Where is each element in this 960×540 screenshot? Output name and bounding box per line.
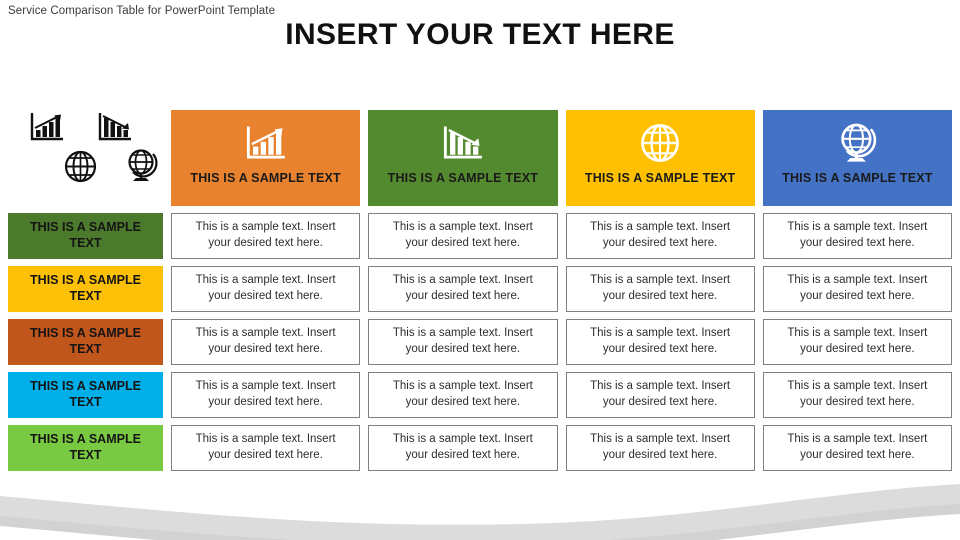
table-cell-r4-c1[interactable]: This is a sample text. Insert your desir… [171,372,361,418]
column-header-label: THIS IS A SAMPLE TEXT [584,171,736,185]
table-cell-r5-c2[interactable]: This is a sample text. Insert your desir… [368,425,558,471]
table-cell-r5-c3[interactable]: This is a sample text. Insert your desir… [565,425,755,471]
table-cell-r3-c4[interactable]: This is a sample text. Insert your desir… [762,319,952,365]
column-header-1[interactable]: THIS IS A SAMPLE TEXT [171,110,361,206]
row-gap [8,365,952,372]
column-gap [755,319,763,365]
table-cell-r2-c3[interactable]: This is a sample text. Insert your desir… [565,266,755,312]
column-gap [558,319,566,365]
column-header-label: THIS IS A SAMPLE TEXT [782,171,933,185]
bar-chart-down-icon [443,120,483,166]
column-gap [755,266,763,312]
column-header-label: THIS IS A SAMPLE TEXT [190,171,341,185]
table-cell-r4-c3[interactable]: This is a sample text. Insert your desir… [565,372,755,418]
table-cell-r1-c3[interactable]: This is a sample text. Insert your desir… [565,213,755,259]
decorative-wave [0,484,960,540]
table-cell-r1-c1[interactable]: This is a sample text. Insert your desir… [171,213,361,259]
table-cell-r3-c1[interactable]: This is a sample text. Insert your desir… [171,319,361,365]
table-cell-r3-c2[interactable]: This is a sample text. Insert your desir… [368,319,558,365]
row-gap [8,206,952,213]
table-row: THIS IS A SAMPLE TEXT This is a sample te… [8,319,952,365]
table-row: THIS IS A SAMPLE TEXT This is a sample te… [8,213,952,259]
row-gap [8,312,952,319]
column-header-label: THIS IS A SAMPLE TEXT [387,171,539,185]
column-gap [360,213,368,259]
column-gap [558,213,566,259]
row-gap [8,418,952,425]
column-gap [360,372,368,418]
table-cell-r3-c3[interactable]: This is a sample text. Insert your desir… [565,319,755,365]
column-gap [558,110,566,206]
column-gap [755,425,763,471]
table-row: THIS IS A SAMPLE TEXT This is a sample te… [8,372,952,418]
table-cell-r2-c1[interactable]: This is a sample text. Insert your desir… [171,266,361,312]
row-label-3[interactable]: THIS IS A SAMPLE TEXT [8,319,163,365]
column-gap [558,266,566,312]
row-label-1[interactable]: THIS IS A SAMPLE TEXT [8,213,163,259]
table-cell-r1-c4[interactable]: This is a sample text. Insert your desir… [762,213,952,259]
table-cell-r5-c1[interactable]: This is a sample text. Insert your desir… [171,425,361,471]
table-cell-r5-c4[interactable]: This is a sample text. Insert your desir… [762,425,952,471]
column-header-4[interactable]: THIS IS A SAMPLE TEXT [762,110,952,206]
column-gap [360,266,368,312]
column-gap [755,372,763,418]
column-gap [360,110,368,206]
slide-canvas: { "document": { "caption": "Service Comp… [0,0,960,540]
table-header-row: THIS IS A SAMPLE TEXT THIS IS A SAMPLE T… [8,110,952,206]
desk-globe-icon [836,120,878,166]
column-gap [360,425,368,471]
column-gap [755,213,763,259]
row-label-4[interactable]: THIS IS A SAMPLE TEXT [8,372,163,418]
table-cell-r1-c2[interactable]: This is a sample text. Insert your desir… [368,213,558,259]
column-gap [558,425,566,471]
comparison-table: THIS IS A SAMPLE TEXT THIS IS A SAMPLE T… [8,110,952,471]
header-corner-spacer [8,110,163,206]
row-label-2[interactable]: THIS IS A SAMPLE TEXT [8,266,163,312]
table-cell-r4-c2[interactable]: This is a sample text. Insert your desir… [368,372,558,418]
row-gap [8,259,952,266]
column-header-3[interactable]: THIS IS A SAMPLE TEXT [565,110,755,206]
document-caption: Service Comparison Table for PowerPoint … [8,5,276,17]
globe-icon [640,120,680,166]
table-cell-r2-c4[interactable]: This is a sample text. Insert your desir… [762,266,952,312]
table-cell-r2-c2[interactable]: This is a sample text. Insert your desir… [368,266,558,312]
table-row: THIS IS A SAMPLE TEXT This is a sample te… [8,425,952,471]
column-gap [755,110,763,206]
table-body: THIS IS A SAMPLE TEXT This is a sample te… [8,213,952,471]
table-row: THIS IS A SAMPLE TEXT This is a sample te… [8,266,952,312]
bar-chart-up-icon [246,120,286,166]
row-label-5[interactable]: THIS IS A SAMPLE TEXT [8,425,163,471]
column-gap [360,319,368,365]
table-cell-r4-c4[interactable]: This is a sample text. Insert your desir… [762,372,952,418]
column-gap [558,372,566,418]
page-title: INSERT YOUR TEXT HERE [285,18,675,51]
column-header-2[interactable]: THIS IS A SAMPLE TEXT [368,110,558,206]
